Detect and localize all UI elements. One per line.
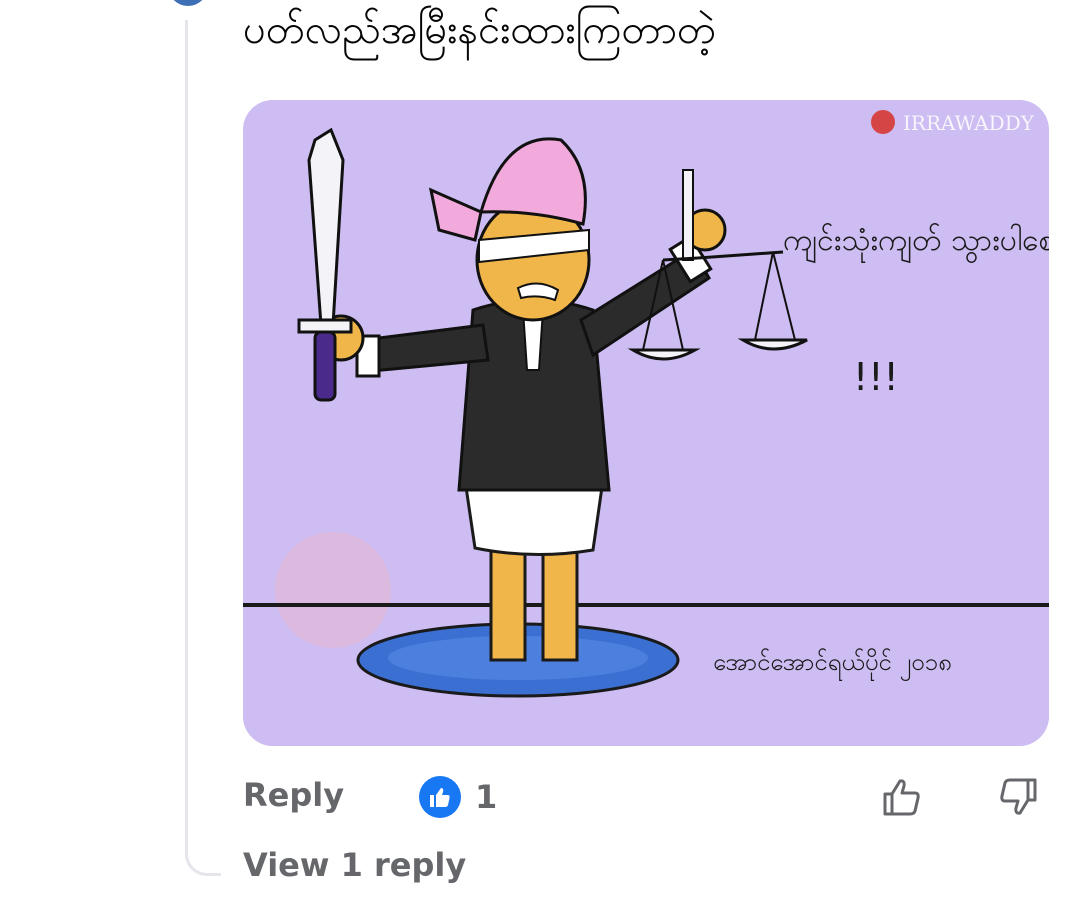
cartoon-illustration: ကျင်းသုံးကျတ် သွားပါစေ...... !!! အောင်အေ… — [243, 100, 1049, 746]
comment-thread: ပတ်လည်အမြီးနင်းထားကြတာတဲ့ ကျင်းသုံးကျတ် … — [0, 0, 1080, 909]
reply-button[interactable]: Reply — [243, 776, 344, 814]
watermark-logo — [871, 110, 895, 134]
comment-text: ပတ်လည်အမြီးနင်းထားကြတာတဲ့ — [243, 7, 716, 53]
avatar[interactable] — [168, 0, 208, 6]
cartoon-signature: အောင်အောင်ရယ်ပိုင် ၂၀၁၈ — [713, 647, 952, 681]
exclamation-marks: !!! — [853, 355, 899, 399]
speech-text: ကျင်းသုံးကျတ် သွားပါစေ...... — [783, 222, 1049, 264]
watermark-text: IRRAWADDY — [903, 111, 1035, 135]
like-icon — [419, 776, 461, 818]
view-replies-link[interactable]: View 1 reply — [243, 846, 466, 884]
reaction-summary[interactable]: 1 — [419, 776, 497, 818]
reaction-count: 1 — [475, 778, 498, 816]
thumbs-down-outline-icon[interactable] — [995, 774, 1041, 820]
comment-image[interactable]: ကျင်းသုံးကျတ် သွားပါစေ...... !!! အောင်အေ… — [243, 100, 1049, 746]
comment-actions: Reply 1 — [243, 770, 1049, 830]
thread-connector — [185, 846, 221, 876]
thumbs-up-outline-icon[interactable] — [879, 774, 925, 820]
thread-line — [185, 20, 188, 858]
